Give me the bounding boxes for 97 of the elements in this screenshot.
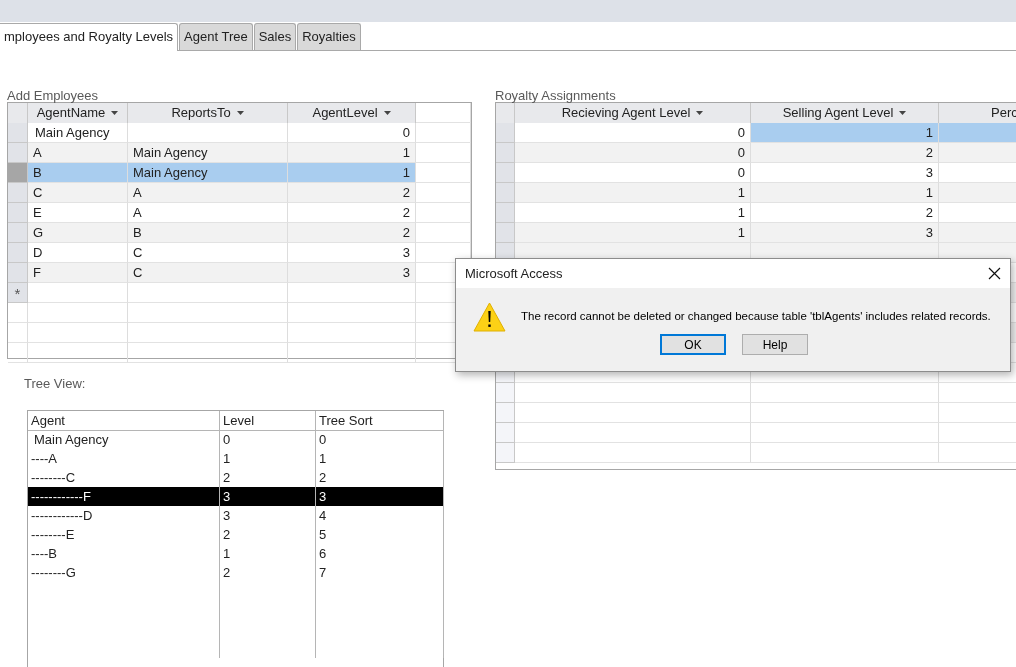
table-cell: B — [28, 163, 128, 183]
table-cell — [416, 203, 471, 223]
list-item[interactable]: ------------F — [28, 487, 220, 506]
row-selector[interactable] — [496, 143, 515, 163]
table-cell — [416, 223, 471, 243]
list-item[interactable]: --------G — [28, 563, 220, 582]
dropdown-arrow-icon[interactable] — [696, 111, 704, 115]
section-label: Add Employees — [7, 89, 100, 102]
row-selector[interactable] — [8, 123, 28, 143]
list-item[interactable]: ----B — [28, 544, 220, 563]
select-all-corner[interactable] — [8, 103, 28, 123]
table-cell: A — [128, 183, 288, 203]
list-item[interactable]: ----A — [28, 449, 220, 468]
table-cell: A — [28, 143, 128, 163]
close-icon[interactable] — [988, 267, 1001, 280]
section-label: Tree View: — [24, 376, 87, 391]
list-cell: 4 — [316, 506, 444, 525]
dropdown-arrow-icon[interactable] — [899, 111, 907, 115]
list-item[interactable]: ------------D — [28, 506, 220, 525]
table-cell — [416, 163, 471, 183]
column-header: Level — [220, 411, 316, 431]
table-cell: 2 — [751, 143, 939, 163]
row-selector[interactable] — [496, 223, 515, 243]
tab[interactable]: Agent Tree — [179, 23, 253, 50]
column-header[interactable]: AgentLevel — [288, 103, 416, 123]
table-cell: 1 — [751, 123, 939, 143]
list-cell: 1 — [220, 544, 316, 563]
row-selector[interactable] — [496, 183, 515, 203]
list-cell: 1 — [316, 449, 444, 468]
row-selector[interactable] — [8, 203, 28, 223]
list-cell: 7 — [316, 563, 444, 582]
table-cell: 1 — [751, 183, 939, 203]
table-cell: 3 — [751, 223, 939, 243]
table-cell: G — [28, 223, 128, 243]
list-cell: 2 — [220, 563, 316, 582]
table-cell: Main Agency — [128, 163, 288, 183]
list-item[interactable]: Main Agency — [28, 430, 220, 449]
table-cell — [416, 103, 471, 123]
table-cell — [416, 183, 471, 203]
dropdown-arrow-icon[interactable] — [383, 111, 391, 115]
table-cell: 2 — [288, 223, 416, 243]
row-selector[interactable] — [8, 143, 28, 163]
table-cell: Main Agency — [128, 143, 288, 163]
column-header[interactable]: Recieving Agent Level — [515, 103, 751, 123]
table-cell: 1 — [288, 143, 416, 163]
list-cell: 2 — [220, 525, 316, 544]
table-cell — [8, 343, 28, 363]
column-header: Tree Sort — [316, 411, 444, 431]
tab[interactable]: Sales — [253, 23, 297, 50]
list-cell: 0 — [220, 430, 316, 449]
list-cell: 3 — [316, 487, 444, 506]
column-header: Agent — [28, 411, 220, 431]
table-cell: 2 — [288, 183, 416, 203]
list-box[interactable]: Agent Level Tree Sort Main Agency 0 0 ----A 1 1 --------C 2 2 ------------F 3 3 ------------D 3 4 --------E 2 5 ----B 1 6 --------G 2 7 — [27, 410, 444, 667]
dialog-message: The record cannot be deleted or changed because table 'tblAgents' includes related records. — [521, 309, 991, 325]
table-cell: C — [28, 183, 128, 203]
table-cell: C — [128, 263, 288, 283]
table-cell: 1 — [288, 163, 416, 183]
column-header[interactable]: Selling Agent Level — [751, 103, 939, 123]
tab[interactable]: mployees and Royalty Levels — [0, 23, 179, 51]
table-cell: F — [28, 263, 128, 283]
list-cell: 6 — [316, 544, 444, 563]
row-selector[interactable] — [8, 263, 28, 283]
row-selector[interactable] — [8, 223, 28, 243]
table-cell: B — [128, 223, 288, 243]
tab[interactable]: Royalties — [297, 23, 361, 50]
list-cell: 0 — [316, 430, 444, 449]
dialog-title: Microsoft Access — [465, 264, 563, 283]
help-button[interactable]: Help — [742, 334, 808, 355]
table-cell: 1 — [515, 183, 751, 203]
list-cell: 3 — [220, 506, 316, 525]
list-cell: 3 — [220, 487, 316, 506]
table-cell: 0 — [515, 143, 751, 163]
list-cell: 1 — [220, 449, 316, 468]
table-cell: 3 — [288, 263, 416, 283]
column-header[interactable]: ReportsTo — [128, 103, 288, 123]
table-cell: 1 — [515, 223, 751, 243]
row-selector[interactable] — [8, 183, 28, 203]
ok-button[interactable]: OK — [660, 334, 726, 355]
list-cell: 5 — [316, 525, 444, 544]
table-cell — [8, 323, 28, 343]
dropdown-arrow-icon[interactable] — [236, 111, 244, 115]
row-selector[interactable] — [496, 123, 515, 143]
row-selector[interactable] — [8, 163, 28, 183]
table-cell — [416, 143, 471, 163]
dropdown-arrow-icon[interactable] — [111, 111, 119, 115]
list-item[interactable]: --------E — [28, 525, 220, 544]
new-record-marker: * — [8, 283, 28, 303]
row-selector[interactable] — [496, 163, 515, 183]
row-selector[interactable] — [496, 203, 515, 223]
section-label: Royalty Assignments — [495, 89, 617, 102]
table-cell — [416, 123, 471, 143]
column-header[interactable]: AgentName — [28, 103, 128, 123]
select-all-corner[interactable] — [496, 103, 515, 123]
warning-icon — [473, 302, 506, 332]
row-selector[interactable] — [8, 243, 28, 263]
table-cell — [8, 303, 28, 323]
